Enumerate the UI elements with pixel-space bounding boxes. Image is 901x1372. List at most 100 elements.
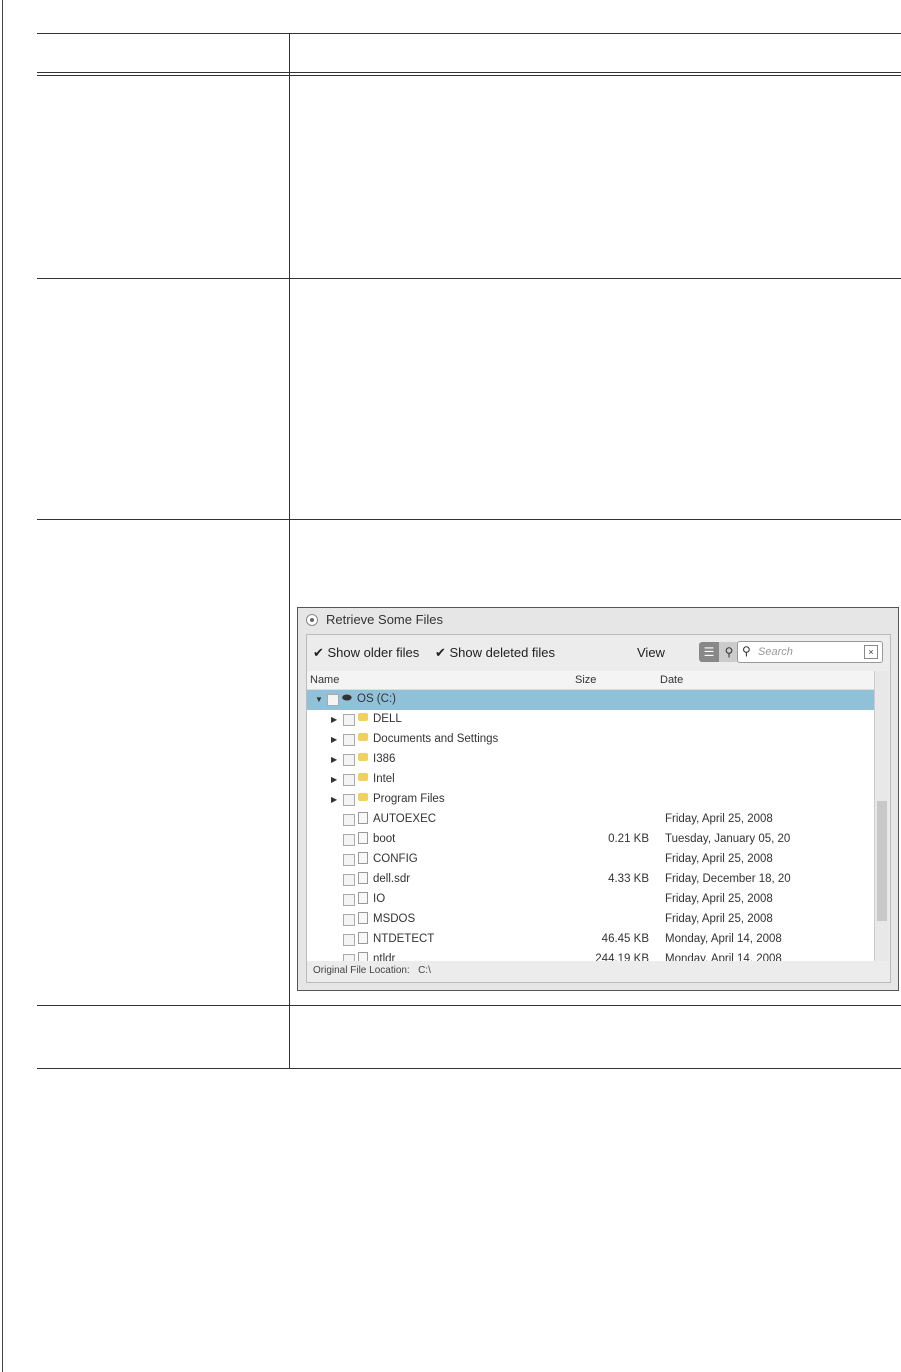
table-bottom-border <box>37 1068 901 1069</box>
row-checkbox[interactable] <box>343 874 355 886</box>
expand-arrow-icon[interactable]: ▶ <box>331 735 337 744</box>
file-size: 0.21 KB <box>608 833 649 845</box>
file-row[interactable]: MSDOS Friday, April 25, 2008 <box>307 910 874 930</box>
file-icon <box>358 952 368 961</box>
file-date: Friday, April 25, 2008 <box>665 893 773 905</box>
header-divider <box>37 75 901 76</box>
search-view-button[interactable]: ⚲ <box>719 642 739 662</box>
list-view-button[interactable]: ☰ <box>699 642 719 662</box>
file-name: I386 <box>373 753 396 765</box>
file-row[interactable]: IO Friday, April 25, 2008 <box>307 890 874 910</box>
row-checkbox[interactable] <box>343 934 355 946</box>
file-row[interactable]: ▶ Intel <box>307 770 874 790</box>
retrieve-files-screenshot: Retrieve Some Files ✔ Show older files ✔… <box>297 607 899 991</box>
folder-icon <box>358 752 368 764</box>
search-input[interactable]: ⚲ Search × <box>737 641 883 663</box>
row-checkbox[interactable] <box>327 694 339 706</box>
row-divider <box>37 519 901 520</box>
file-name: NTDETECT <box>373 933 435 945</box>
show-older-checkbox[interactable]: ✔ Show older files <box>313 645 419 661</box>
expand-arrow-icon[interactable]: ▶ <box>331 795 337 804</box>
expanded-arrow-icon[interactable]: ▼ <box>315 695 323 704</box>
row-checkbox[interactable] <box>343 894 355 906</box>
file-name: Documents and Settings <box>373 733 499 745</box>
file-name: MSDOS <box>373 913 416 925</box>
file-row[interactable]: ▶ DELL <box>307 710 874 730</box>
column-name[interactable]: Name <box>310 674 339 686</box>
file-list-header: Name Size Date <box>307 671 874 690</box>
file-name: IO <box>373 893 386 905</box>
file-date: Friday, April 25, 2008 <box>665 913 773 925</box>
expand-arrow-icon[interactable]: ▶ <box>331 755 337 764</box>
row-checkbox[interactable] <box>343 714 355 726</box>
expand-arrow-icon[interactable]: ▶ <box>331 775 337 784</box>
file-date: Friday, April 25, 2008 <box>665 813 773 825</box>
original-location: Original File Location: C:\ <box>313 965 431 976</box>
file-row[interactable]: ▶ Program Files <box>307 790 874 810</box>
file-browser-panel: ✔ Show older files ✔ Show deleted files … <box>306 634 891 983</box>
footer-label: Original File Location: <box>313 965 410 976</box>
column-divider <box>289 33 290 1069</box>
column-date[interactable]: Date <box>660 674 683 686</box>
row-checkbox[interactable] <box>343 854 355 866</box>
file-row[interactable]: ▼ ⬬ OS (C:) <box>307 690 874 710</box>
file-name: CONFIG <box>373 853 418 865</box>
file-date: Friday, December 18, 20 <box>665 873 791 885</box>
file-name: boot <box>373 833 396 845</box>
expand-arrow-icon[interactable]: ▶ <box>331 715 337 724</box>
file-icon <box>358 832 368 847</box>
row-checkbox[interactable] <box>343 734 355 746</box>
search-icon: ⚲ <box>742 644 751 658</box>
row-checkbox[interactable] <box>343 754 355 766</box>
scrollbar[interactable] <box>874 671 889 961</box>
file-row[interactable]: AUTOEXEC Friday, April 25, 2008 <box>307 810 874 830</box>
row-checkbox[interactable] <box>343 774 355 786</box>
file-name: Program Files <box>373 793 445 805</box>
file-name: DELL <box>373 713 402 725</box>
show-deleted-checkbox[interactable]: ✔ Show deleted files <box>435 645 555 661</box>
row-checkbox[interactable] <box>343 814 355 826</box>
file-date: Monday, April 14, 2008 <box>665 933 782 945</box>
header-divider <box>37 72 901 73</box>
folder-icon <box>358 712 368 724</box>
row-divider <box>37 278 901 279</box>
table-top-border <box>37 33 901 34</box>
footer-value: C:\ <box>418 965 431 976</box>
file-name: OS (C:) <box>357 693 396 705</box>
file-size: 4.33 KB <box>608 873 649 885</box>
row-checkbox[interactable] <box>343 834 355 846</box>
row-checkbox[interactable] <box>343 794 355 806</box>
retrieve-some-files-radio[interactable] <box>306 614 318 626</box>
file-icon <box>358 872 368 887</box>
drive-icon: ⬬ <box>342 692 352 704</box>
file-row[interactable]: boot 0.21 KB Tuesday, January 05, 20 <box>307 830 874 850</box>
file-row[interactable]: ▶ I386 <box>307 750 874 770</box>
file-icon <box>358 812 368 827</box>
file-size: 244.19 KB <box>595 953 649 961</box>
scroll-thumb[interactable] <box>877 801 887 921</box>
show-older-label: Show older files <box>327 645 420 660</box>
row-checkbox[interactable] <box>343 914 355 926</box>
file-icon <box>358 892 368 907</box>
clear-search-icon[interactable]: × <box>864 645 878 659</box>
file-row[interactable]: CONFIG Friday, April 25, 2008 <box>307 850 874 870</box>
folder-icon <box>358 792 368 804</box>
show-deleted-label: Show deleted files <box>449 645 556 660</box>
file-date: Tuesday, January 05, 20 <box>665 833 791 845</box>
folder-icon <box>358 732 368 744</box>
view-label: View <box>637 645 665 660</box>
row-divider <box>37 1005 901 1006</box>
file-row[interactable]: ▶ Documents and Settings <box>307 730 874 750</box>
file-row[interactable]: ntldr 244.19 KB Monday, April 14, 2008 <box>307 950 874 961</box>
file-size: 46.45 KB <box>601 933 649 945</box>
folder-icon <box>358 772 368 784</box>
file-date: Friday, April 25, 2008 <box>665 853 773 865</box>
file-date: Monday, April 14, 2008 <box>665 953 782 961</box>
column-size[interactable]: Size <box>575 674 596 686</box>
file-icon <box>358 932 368 947</box>
file-name: ntldr <box>373 953 396 961</box>
file-name: AUTOEXEC <box>373 813 437 825</box>
file-row[interactable]: dell.sdr 4.33 KB Friday, December 18, 20 <box>307 870 874 890</box>
file-row[interactable]: NTDETECT 46.45 KB Monday, April 14, 2008 <box>307 930 874 950</box>
row-checkbox[interactable] <box>343 954 355 961</box>
